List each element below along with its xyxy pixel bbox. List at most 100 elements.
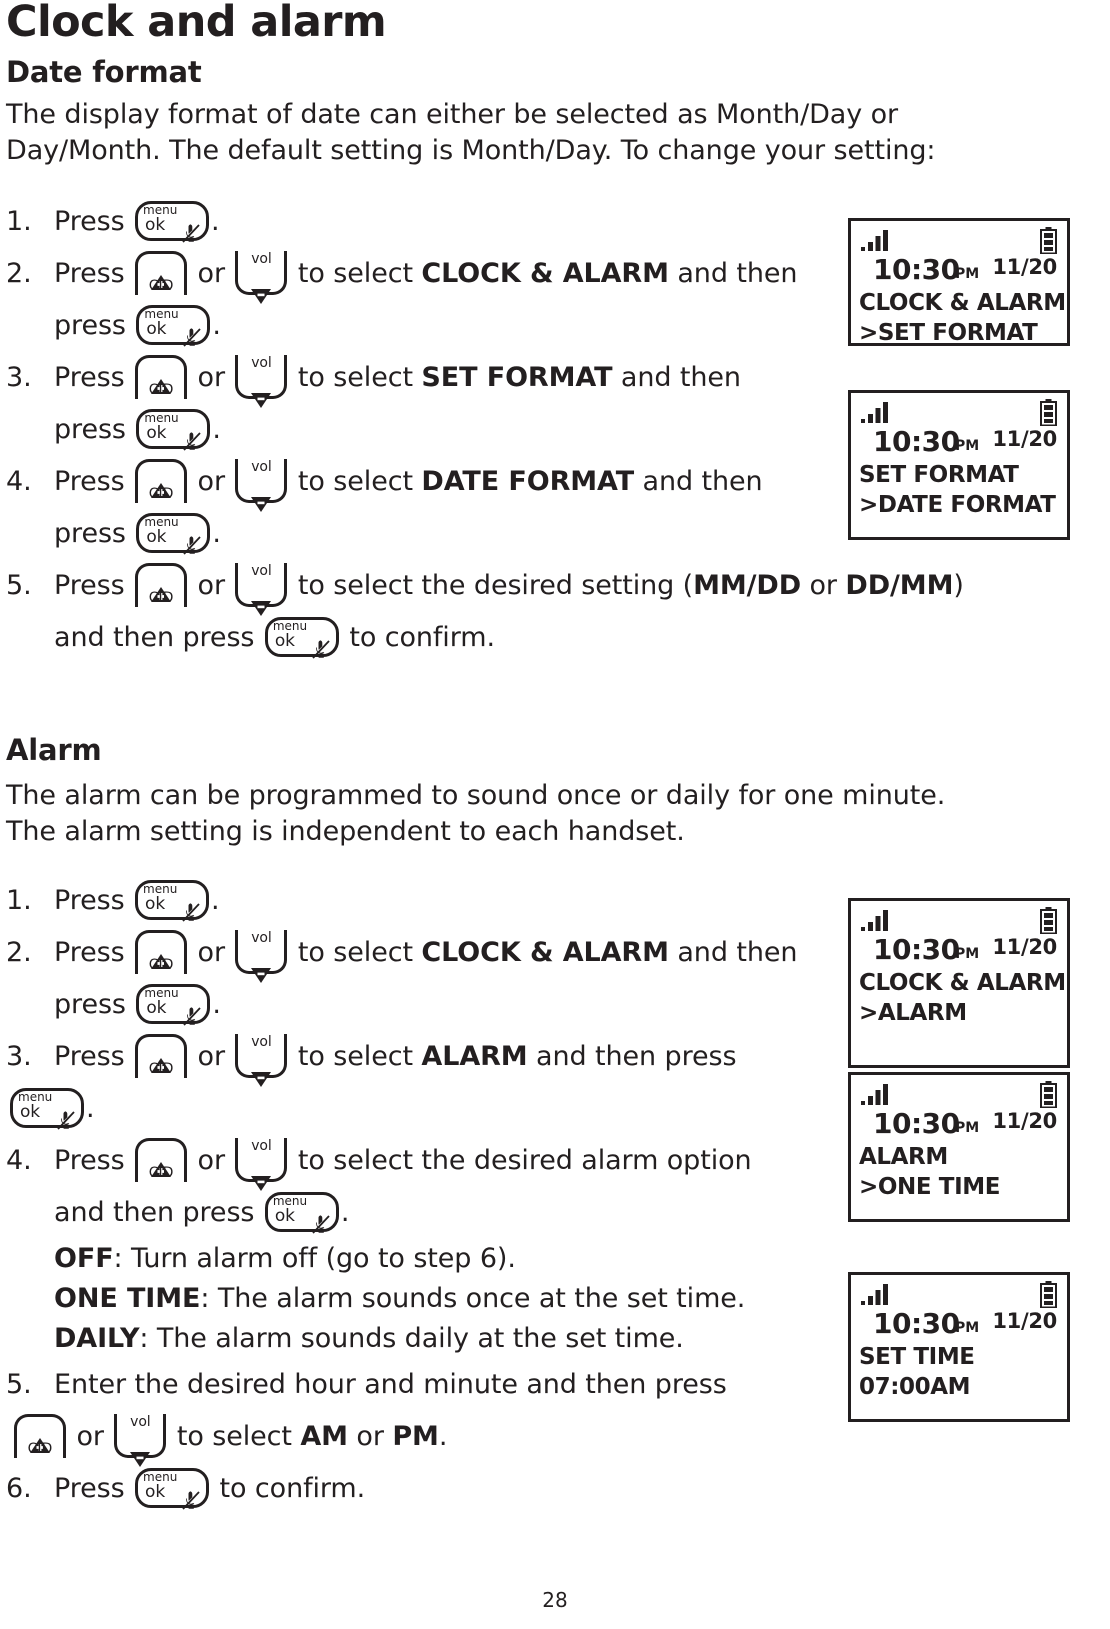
step-item: 1. Press menu ok.	[6, 875, 856, 927]
step-text: and then	[634, 466, 763, 497]
cid-label: CID	[148, 1060, 174, 1077]
triangle-down-minus-icon	[250, 950, 272, 983]
step-item: 4. Press CID or vol to select the desire…	[6, 1135, 856, 1239]
date-format-steps: 1. Press menu ok. 2. Press CID or vol to …	[6, 196, 964, 664]
step-line: and then press menu ok.	[54, 1187, 856, 1239]
step-number: 5.	[6, 570, 32, 601]
lcd-time-row: 10:30 PM 11/20	[859, 426, 1059, 460]
lcd-status-bar	[859, 227, 1059, 255]
cid-up-key-icon[interactable]: CID	[135, 562, 188, 607]
section-heading-date-format: Date format	[6, 55, 202, 89]
step-line: Press menu ok.	[54, 196, 856, 248]
step-line: press menu ok.	[54, 979, 856, 1031]
vol-label: vol	[251, 1137, 272, 1154]
step-text: Press	[54, 1041, 134, 1072]
cid-up-key-icon[interactable]: CID	[135, 250, 188, 295]
alarm-option-label: ONE TIME	[54, 1283, 201, 1314]
step-text: or	[189, 362, 234, 393]
menu-ok-key-icon[interactable]: menu ok	[264, 616, 339, 659]
triangle-down-minus-icon	[250, 271, 272, 304]
ok-label: ok	[146, 318, 167, 339]
ok-label: ok	[145, 893, 166, 914]
step-line: and then press menu ok to confirm.	[54, 612, 856, 664]
step-text: and then press	[54, 622, 263, 653]
vol-label: vol	[251, 458, 272, 475]
vol-down-key-icon[interactable]: vol	[235, 929, 288, 983]
vol-label: vol	[251, 1033, 272, 1050]
mute-mic-icon	[181, 890, 201, 922]
step-text: Press	[54, 570, 134, 601]
menu-ok-key-icon[interactable]: menu ok	[135, 200, 210, 243]
cid-label: CID	[27, 1440, 53, 1457]
step-text: or	[189, 466, 234, 497]
lcd-time: 10:30	[873, 253, 960, 286]
step-body: Press CID or vol to select DATE FORMAT a…	[54, 456, 856, 560]
battery-icon	[1040, 227, 1057, 255]
cid-up-key-icon[interactable]: CID	[135, 929, 188, 974]
mute-mic-icon	[311, 627, 331, 659]
mute-mic-icon	[182, 315, 202, 347]
page-number: 28	[542, 1588, 568, 1612]
vol-label: vol	[251, 562, 272, 579]
step-text: )	[953, 570, 964, 601]
battery-icon	[1040, 399, 1057, 427]
step-number: 2.	[6, 937, 32, 968]
step-text: .	[211, 885, 220, 916]
vol-down-key-icon[interactable]: vol	[235, 458, 288, 512]
menu-ok-key-icon[interactable]: menu ok	[135, 1467, 210, 1510]
step-body: Press CID or vol to select CLOCK & ALARM…	[54, 927, 856, 1031]
cid-label: CID	[148, 589, 174, 606]
step-line: Press menu ok.	[54, 875, 856, 927]
vol-down-key-icon[interactable]: vol	[235, 250, 288, 304]
menu-ok-key-icon[interactable]: menu ok	[10, 1087, 84, 1130]
step-item: 1. Press menu ok.	[6, 196, 856, 248]
lcd-time-row: 10:30 PM 11/20	[859, 1308, 1059, 1342]
step-text: Press	[54, 1473, 134, 1504]
triangle-up-plus-icon	[29, 1421, 51, 1453]
triangle-down-minus-icon	[250, 375, 272, 408]
step-number: 6.	[6, 1473, 32, 1504]
step-body: Press menu ok.	[54, 875, 856, 927]
triangle-up-plus-icon	[150, 362, 172, 394]
vol-label: vol	[251, 354, 272, 371]
signal-bars-icon	[861, 910, 891, 932]
mute-mic-icon	[311, 1202, 331, 1234]
cid-up-key-icon[interactable]: CID	[135, 354, 188, 399]
lcd-menu-selection: >ALARM	[859, 1000, 967, 1026]
step-text: or	[801, 570, 846, 601]
ok-label: ok	[146, 422, 167, 443]
lcd-status-bar	[859, 1081, 1059, 1109]
step-text: and then	[612, 362, 741, 393]
vol-down-key-icon[interactable]: vol	[235, 562, 288, 616]
step-body: Press CID or vol to select the desired a…	[54, 1135, 856, 1239]
step-text: or	[189, 570, 234, 601]
vol-down-key-icon[interactable]: vol	[114, 1413, 167, 1467]
step-body: Press menu ok.	[54, 196, 856, 248]
vol-down-key-icon[interactable]: vol	[235, 354, 288, 408]
cid-up-key-icon[interactable]: CID	[14, 1413, 66, 1458]
intro-line: Day/Month. The default setting is Month/…	[6, 135, 936, 166]
cid-up-key-icon[interactable]: CID	[135, 1033, 188, 1078]
triangle-up-plus-icon	[150, 1145, 172, 1177]
mute-mic-icon	[182, 994, 202, 1026]
menu-ok-key-icon[interactable]: menu ok	[136, 512, 211, 555]
signal-bars-icon	[861, 1284, 891, 1306]
vol-down-key-icon[interactable]: vol	[235, 1137, 288, 1191]
step-item: 4. Press CID or vol to select DATE FORMA…	[6, 456, 856, 560]
menu-ok-key-icon[interactable]: menu ok	[136, 408, 211, 451]
triangle-up-plus-icon	[150, 937, 172, 969]
step-text: or	[68, 1421, 113, 1452]
alarm-options-list: OFF: Turn alarm off (go to step 6). ONE …	[6, 1239, 856, 1359]
vol-down-key-icon[interactable]: vol	[235, 1033, 288, 1087]
menu-ok-key-icon[interactable]: menu ok	[136, 304, 211, 347]
step-body: Press CID or vol to select ALARM and the…	[10, 1031, 856, 1135]
step-text: or	[347, 1421, 393, 1452]
menu-ok-key-icon[interactable]: menu ok	[136, 983, 211, 1026]
cid-up-key-icon[interactable]: CID	[135, 458, 188, 503]
step-emphasis: DATE FORMAT	[421, 466, 635, 497]
cid-up-key-icon[interactable]: CID	[135, 1137, 188, 1182]
menu-ok-key-icon[interactable]: menu ok	[264, 1191, 339, 1234]
menu-ok-key-icon[interactable]: menu ok	[135, 879, 210, 922]
battery-icon	[1040, 1281, 1057, 1309]
mute-mic-icon	[181, 1478, 201, 1510]
